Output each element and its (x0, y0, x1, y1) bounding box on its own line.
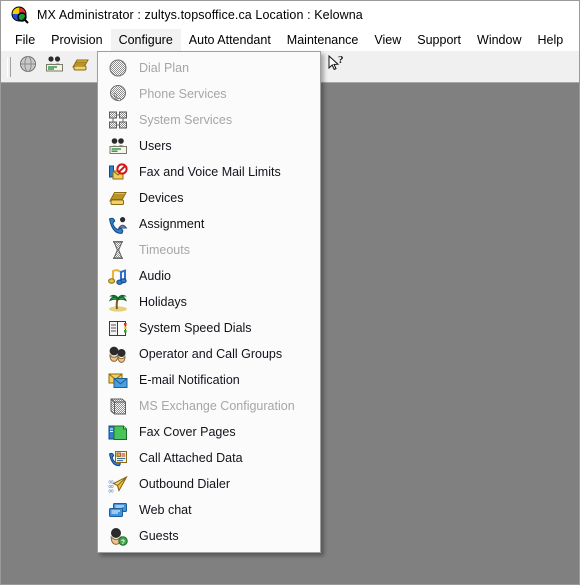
menu-item-operator-call-groups[interactable]: Operator and Call Groups (98, 341, 320, 367)
menu-bar: File Provision Configure Auto Attendant … (1, 29, 579, 51)
menu-view[interactable]: View (366, 29, 409, 51)
title-bar: MX Administrator : zultys.topsoffice.ca … (1, 1, 579, 29)
menu-item-dial-plan[interactable]: Dial Plan (98, 55, 320, 81)
menu-provision[interactable]: Provision (43, 29, 110, 51)
holidays-icon (105, 291, 131, 313)
menu-item-label: Timeouts (139, 242, 190, 257)
fax-limits-icon (105, 161, 131, 183)
menu-item-label: Devices (139, 190, 184, 205)
menu-item-label: Dial Plan (139, 60, 190, 75)
svg-text:00: 00 (109, 488, 115, 493)
toolbar-context-help-button[interactable]: ? (323, 54, 349, 80)
menu-item-call-attached-data[interactable]: Call Attached Data (98, 445, 320, 471)
timeouts-icon (105, 239, 131, 261)
menu-auto-attendant[interactable]: Auto Attendant (181, 29, 279, 51)
menu-item-label: Fax Cover Pages (139, 424, 236, 439)
menu-configure[interactable]: Configure (110, 29, 181, 51)
menu-help[interactable]: Help (530, 29, 572, 51)
menu-item-devices[interactable]: Devices (98, 185, 320, 211)
menu-item-label: Fax and Voice Mail Limits (139, 164, 281, 179)
menu-item-label: Phone Services (139, 86, 227, 101)
speed-dials-icon (105, 317, 131, 339)
menu-item-label: Operator and Call Groups (139, 346, 283, 361)
menu-item-fax-cover-pages[interactable]: Fax Cover Pages (98, 419, 320, 445)
toolbar-users-button[interactable] (41, 54, 67, 80)
menu-item-assignment[interactable]: Assignment (98, 211, 320, 237)
mx-administrator-window: MX Administrator : zultys.topsoffice.ca … (0, 0, 580, 585)
outbound-dialer-icon: 00 00 00 (105, 473, 131, 495)
menu-item-label: Audio (139, 268, 171, 283)
mx-globe-icon (11, 6, 29, 24)
menu-item-label: System Speed Dials (139, 320, 252, 335)
email-icon (105, 369, 131, 391)
system-services-icon (105, 109, 131, 131)
svg-text:?: ? (338, 55, 344, 66)
menu-item-label: Web chat (139, 502, 192, 517)
menu-item-system-speed-dials[interactable]: System Speed Dials (98, 315, 320, 341)
menu-item-label: Assignment (139, 216, 205, 231)
menu-item-audio[interactable]: Audio (98, 263, 320, 289)
menu-item-label: Call Attached Data (139, 450, 243, 465)
menu-item-timeouts[interactable]: Timeouts (98, 237, 320, 263)
menu-item-system-services[interactable]: System Services (98, 107, 320, 133)
menu-file[interactable]: File (7, 29, 43, 51)
menu-support[interactable]: Support (409, 29, 469, 51)
menu-window[interactable]: Window (469, 29, 529, 51)
help-arrow-icon: ? (327, 54, 346, 78)
menu-item-label: Outbound Dialer (139, 476, 231, 491)
menu-item-web-chat[interactable]: Web chat (98, 497, 320, 523)
toolbar-grip[interactable] (7, 56, 11, 77)
users-icon (45, 55, 64, 78)
menu-item-outbound-dialer[interactable]: 00 00 00 Outbound Dialer (98, 471, 320, 497)
toolbar-globe-button[interactable] (15, 54, 41, 80)
menu-item-guests[interactable]: ? Guests (98, 523, 320, 549)
menu-item-label: Guests (139, 528, 179, 543)
web-chat-icon (105, 499, 131, 521)
svg-text:?: ? (121, 539, 125, 546)
menu-item-label: MS Exchange Configuration (139, 398, 295, 413)
menu-item-label: E-mail Notification (139, 372, 240, 387)
phone-services-icon (105, 83, 131, 105)
configure-dropdown-menu: Dial Plan Phone Services System Services… (97, 51, 321, 553)
toolbar-devices-button[interactable] (67, 54, 93, 80)
menu-item-ms-exchange-configuration[interactable]: MS Exchange Configuration (98, 393, 320, 419)
menu-item-holidays[interactable]: Holidays (98, 289, 320, 315)
devices-icon (105, 187, 131, 209)
assignment-icon (105, 213, 131, 235)
globe-icon (19, 55, 37, 78)
guests-icon: ? (105, 525, 131, 547)
call-data-icon (105, 447, 131, 469)
menu-item-email-notification[interactable]: E-mail Notification (98, 367, 320, 393)
users-icon (105, 135, 131, 157)
phone-gold-icon (71, 56, 90, 78)
menu-item-label: System Services (139, 112, 233, 127)
operator-groups-icon (105, 343, 131, 365)
dial-plan-icon (105, 57, 131, 79)
menu-maintenance[interactable]: Maintenance (279, 29, 367, 51)
menu-item-users[interactable]: Users (98, 133, 320, 159)
menu-item-label: Holidays (139, 294, 187, 309)
exchange-icon (105, 395, 131, 417)
menu-item-label: Users (139, 138, 172, 153)
window-title: MX Administrator : zultys.topsoffice.ca … (37, 8, 363, 22)
menu-item-phone-services[interactable]: Phone Services (98, 81, 320, 107)
audio-icon (105, 265, 131, 287)
menu-item-fax-voicemail-limits[interactable]: Fax and Voice Mail Limits (98, 159, 320, 185)
fax-cover-icon (105, 421, 131, 443)
